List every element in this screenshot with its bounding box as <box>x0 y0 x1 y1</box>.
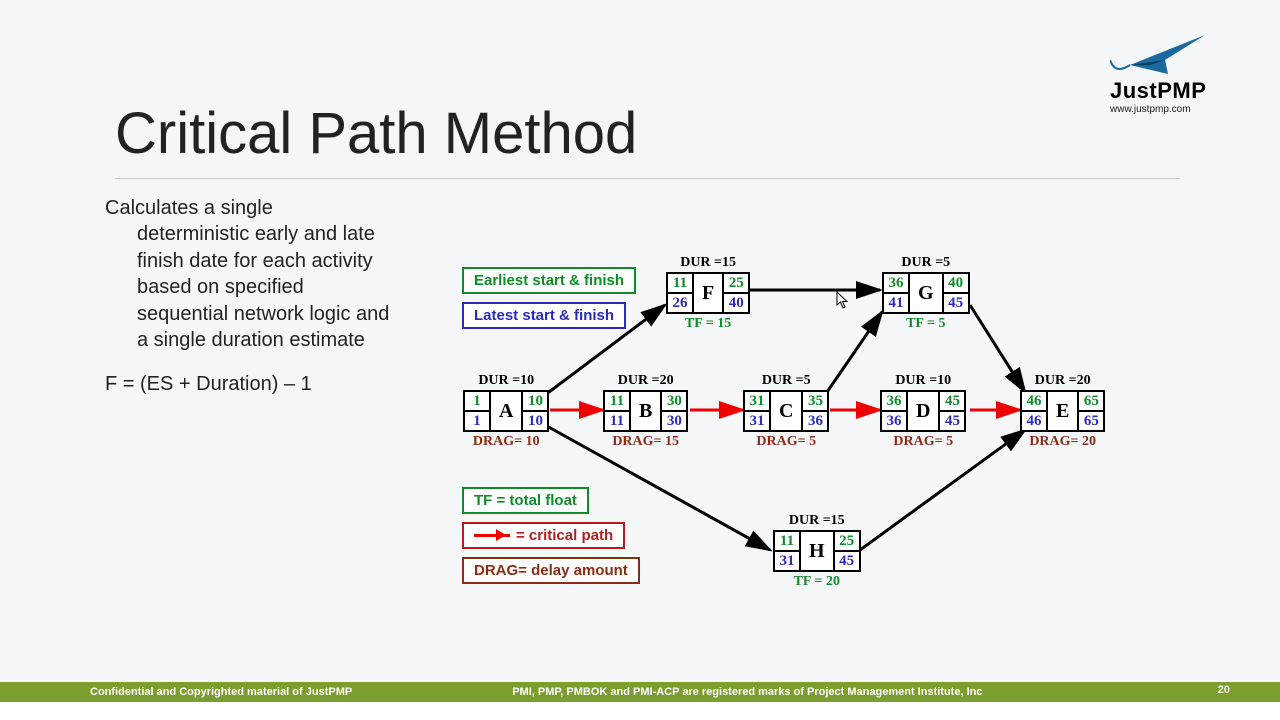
node-bottom: TF = 15 <box>666 316 750 332</box>
legend-tf: TF = total float <box>462 487 589 514</box>
node-bottom: DRAG= 10 <box>463 434 549 450</box>
paper-plane-icon <box>1110 30 1220 80</box>
node-F: DUR =1511F252640 TF = 15 <box>666 255 750 332</box>
legend-earliest: Earliest start & finish <box>462 267 636 294</box>
cpm-diagram: Earliest start & finish Latest start & f… <box>430 250 1190 620</box>
para-first-line: Calculates a single <box>105 197 273 219</box>
node-E: DUR =2046E654665 DRAG= 20 <box>1020 373 1105 450</box>
logo-text: JustPMP <box>1110 78 1220 104</box>
node-table: 46E654665 <box>1020 390 1105 432</box>
node-dur: DUR =10 <box>880 373 966 389</box>
red-arrow-icon <box>474 534 510 537</box>
footer-mid: PMI, PMP, PMBOK and PMI-ACP are register… <box>512 686 982 698</box>
node-dur: DUR =5 <box>743 373 829 389</box>
node-dur: DUR =20 <box>1020 373 1105 389</box>
node-table: 11H253145 <box>773 530 861 572</box>
footer-left: Confidential and Copyrighted material of… <box>90 686 352 698</box>
mouse-cursor-icon <box>836 291 850 312</box>
node-H: DUR =1511H253145 TF = 20 <box>773 513 861 590</box>
node-dur: DUR =20 <box>603 373 688 389</box>
node-bottom: TF = 5 <box>882 316 970 332</box>
title-divider <box>115 178 1180 179</box>
legend-drag: DRAG= delay amount <box>462 557 640 584</box>
node-bottom: DRAG= 15 <box>603 434 688 450</box>
node-table: 11F252640 <box>666 272 750 314</box>
node-table: 36D453645 <box>880 390 966 432</box>
logo-sub: www.justpmp.com <box>1110 104 1220 115</box>
node-dur: DUR =15 <box>773 513 861 529</box>
node-bottom: TF = 20 <box>773 574 861 590</box>
slide: JustPMP www.justpmp.com Critical Path Me… <box>0 0 1280 720</box>
node-table: 11B301130 <box>603 390 688 432</box>
body-text: Calculates a single deterministic early … <box>105 195 395 398</box>
brand-logo: JustPMP www.justpmp.com <box>1110 30 1220 115</box>
page-title: Critical Path Method <box>115 100 637 167</box>
node-bottom: DRAG= 20 <box>1020 434 1105 450</box>
node-dur: DUR =5 <box>882 255 970 271</box>
node-table: 31C353136 <box>743 390 829 432</box>
node-D: DUR =1036D453645 DRAG= 5 <box>880 373 966 450</box>
formula: F = (ES + Duration) – 1 <box>105 371 395 397</box>
footer: Confidential and Copyrighted material of… <box>0 682 1280 720</box>
para-rest: deterministic early and late finish date… <box>105 221 395 353</box>
node-C: DUR =531C353136 DRAG= 5 <box>743 373 829 450</box>
node-table: 36G404145 <box>882 272 970 314</box>
node-B: DUR =2011B301130 DRAG= 15 <box>603 373 688 450</box>
node-bottom: DRAG= 5 <box>880 434 966 450</box>
node-dur: DUR =15 <box>666 255 750 271</box>
node-dur: DUR =10 <box>463 373 549 389</box>
node-table: 1A10110 <box>463 390 549 432</box>
page-number: 20 <box>1218 684 1230 696</box>
legend-cp-text: = critical path <box>516 527 613 544</box>
legend-critical-path: = critical path <box>462 522 625 549</box>
legend-latest: Latest start & finish <box>462 302 626 329</box>
node-G: DUR =536G404145 TF = 5 <box>882 255 970 332</box>
node-A: DUR =101A10110 DRAG= 10 <box>463 373 549 450</box>
node-bottom: DRAG= 5 <box>743 434 829 450</box>
